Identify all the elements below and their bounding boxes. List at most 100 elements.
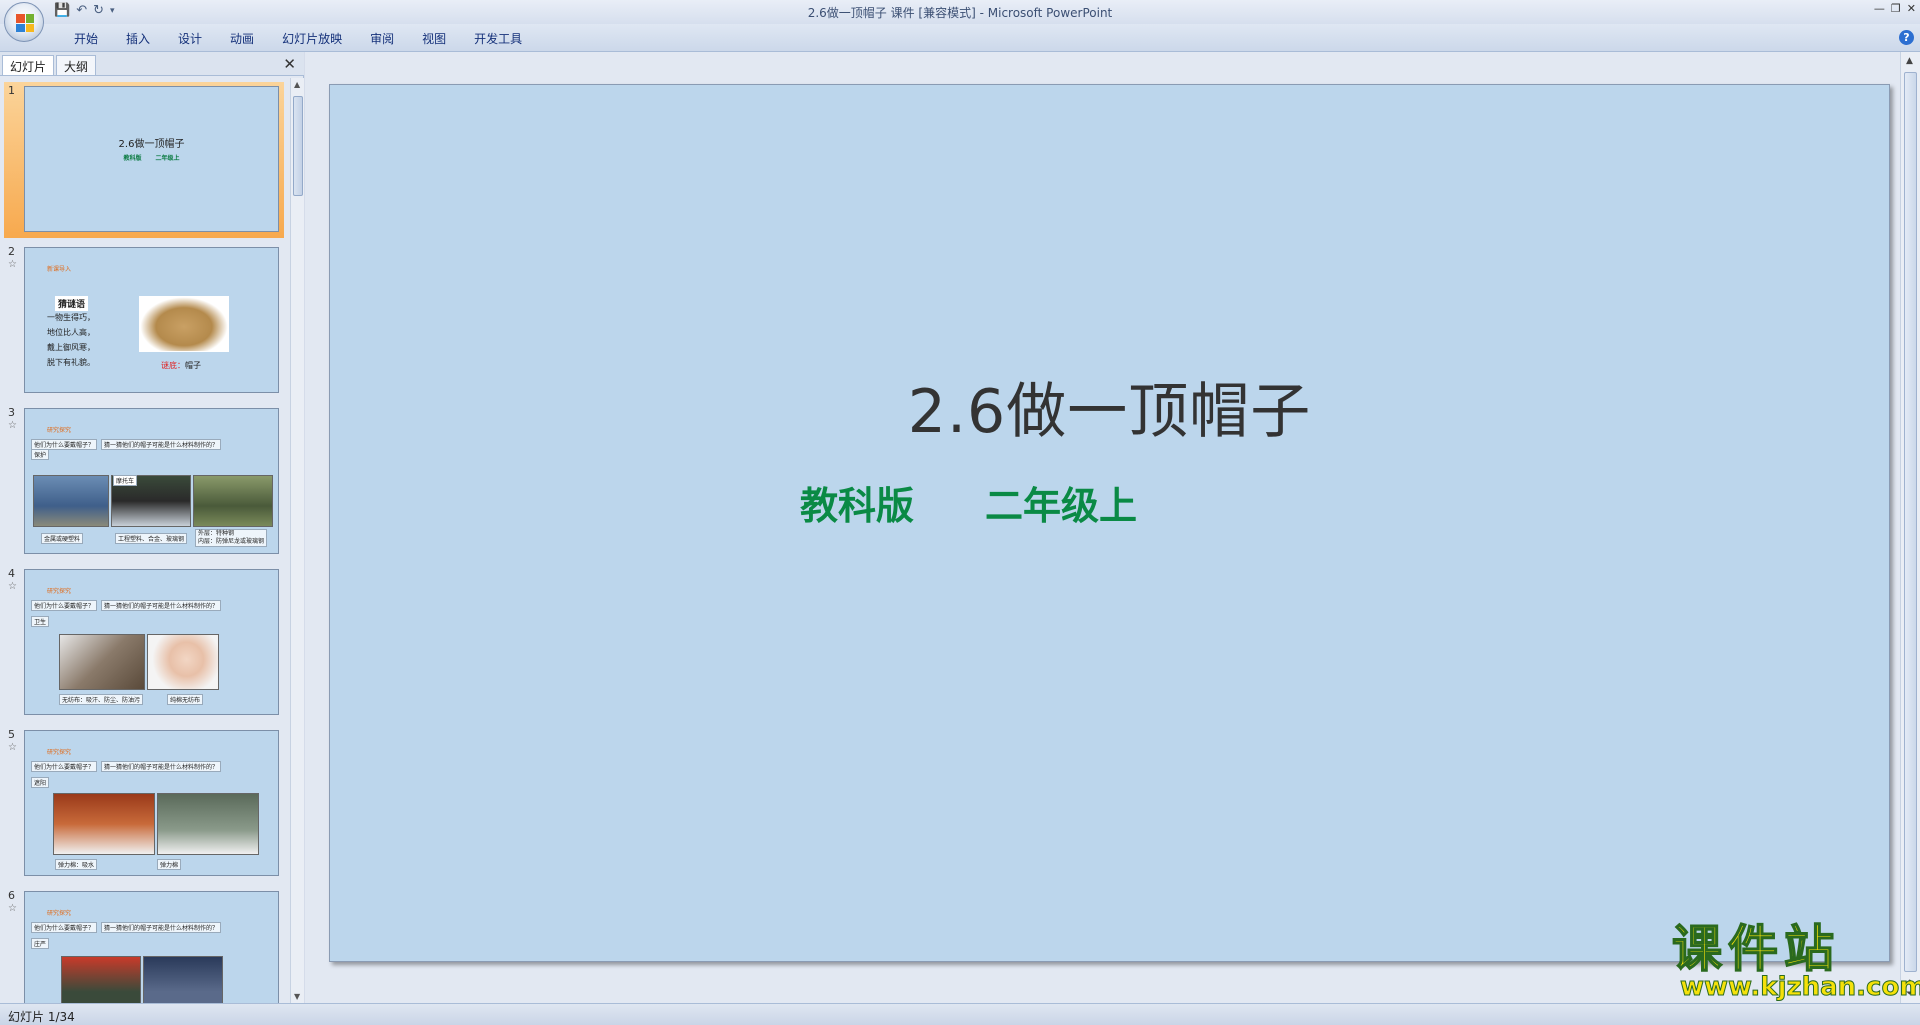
thumb-caption-2: 工程塑料、合金、玻璃钢 [115,533,188,544]
scrollbar-thumb[interactable] [1904,72,1917,972]
thumb-box: 猜谜语 [55,296,89,311]
thumb-heading: 研究探究 [47,749,72,756]
window-controls: — ❐ ✕ [1874,2,1916,15]
nurse-image [147,634,219,690]
help-icon[interactable]: ? [1899,30,1914,45]
straw-hat-image [139,296,229,352]
thumb-caption-1: 金属或硬塑料 [41,533,84,544]
ribbon: 开始 插入 设计 动画 幻灯片放映 审阅 视图 开发工具 ? [0,24,1920,52]
current-slide[interactable]: 2.6做一顶帽子 教科版 二年级上 [329,84,1890,962]
thumb-question-2: 猜一猜他们的帽子可能是什么材料制作的？ [101,439,222,450]
thumb-caption-3: 外层：特种钢 内层：防弹尼龙或玻璃钢 [195,529,268,547]
slide-thumbnails: 1 2.6做一顶帽子 教科版 二年级上 2 ☆ 新课导入 猜谜语 一物生得巧， … [0,78,288,1003]
officer-image [61,956,141,1003]
slide-subtitle-publisher[interactable]: 教科版 [800,475,914,530]
tab-developer[interactable]: 开发工具 [460,30,536,47]
title-bar: 💾 ↶ ↻ ▾ 2.6做一顶帽子 课件 [兼容模式] - Microsoft P… [0,0,1920,24]
thumb-tag: 遮阳 [31,777,50,788]
thumb-heading: 新课导入 [47,266,72,273]
thumb-preview: 研究探究 他们为什么要戴帽子？ 猜一猜他们的帽子可能是什么材料制作的？ 卫生 无… [24,569,279,715]
thumb-answer: 谜底：帽子 [161,361,201,370]
tab-slides[interactable]: 幻灯片 [2,55,55,75]
thumbnails-scrollbar[interactable]: ▲ ▼ [290,78,304,1003]
tab-home[interactable]: 开始 [60,30,112,47]
tab-animations[interactable]: 动画 [216,30,268,47]
slide-title[interactable]: 2.6做一顶帽子 [330,363,1889,450]
slide-thumb-2[interactable]: 2 ☆ 新课导入 猜谜语 一物生得巧， 地位比人高， 戴上御风寒， 脱下有礼貌。… [4,243,284,399]
slide-canvas: 2.6做一顶帽子 教科版 二年级上 [305,52,1900,1003]
slide-number: 6 [8,889,15,902]
restore-icon[interactable]: ❐ [1891,2,1901,15]
slide-scrollbar[interactable]: ▲ ⏶ ⏷ [1900,52,1920,1003]
slide-thumb-3[interactable]: 3 ☆ 研究探究 他们为什么要戴帽子？ 猜一猜他们的帽子可能是什么材料制作的？ … [4,404,284,560]
thumb-question-1: 他们为什么要戴帽子？ [31,922,98,933]
thumb-question-2: 猜一猜他们的帽子可能是什么材料制作的？ [101,600,222,611]
tennis-image [157,793,259,855]
thumb-title: 2.6做一顶帽子 [118,139,185,150]
close-icon[interactable]: ✕ [283,55,296,73]
panel-tabs: 幻灯片 大纲 ✕ [0,52,304,76]
status-bar: 幻灯片 1/34 [0,1003,1920,1025]
thumb-caption-1: 无纺布：吸汗、防尘、防油污 [59,694,144,705]
soldiers-image [193,475,273,527]
minimize-icon[interactable]: — [1874,2,1885,15]
slide-number: 2 [8,245,15,258]
thumb-preview: 研究探究 他们为什么要戴帽子？ 猜一猜他们的帽子可能是什么材料制作的？ 庄严 [24,891,279,1003]
animation-star-icon: ☆ [8,903,17,914]
slide-thumb-6[interactable]: 6 ☆ 研究探究 他们为什么要戴帽子？ 猜一猜他们的帽子可能是什么材料制作的？ … [4,887,284,1003]
tab-design[interactable]: 设计 [164,30,216,47]
ribbon-tabs: 开始 插入 设计 动画 幻灯片放映 审阅 视图 开发工具 [60,30,536,47]
workers-image [33,475,109,527]
animation-star-icon: ☆ [8,581,17,592]
tab-slideshow[interactable]: 幻灯片放映 [268,30,356,47]
animation-star-icon: ☆ [8,259,17,270]
slide-thumb-5[interactable]: 5 ☆ 研究探究 他们为什么要戴帽子？ 猜一猜他们的帽子可能是什么材料制作的？ … [4,726,284,882]
animation-star-icon: ☆ [8,742,17,753]
thumb-tag: 庄严 [31,938,50,949]
tab-review[interactable]: 审阅 [356,30,408,47]
thumb-heading: 研究探究 [47,588,72,595]
slides-panel: 幻灯片 大纲 ✕ 1 2.6做一顶帽子 教科版 二年级上 2 ☆ 新课导入 猜谜… [0,52,304,1003]
close-window-icon[interactable]: ✕ [1907,2,1916,15]
thumb-tag: 保护 [31,449,50,460]
tab-view[interactable]: 视图 [408,30,460,47]
scroll-up-icon[interactable]: ▲ [1906,56,1913,66]
thumb-caption-2: 纯棉无纺布 [167,694,204,705]
chef-image [59,634,145,690]
watermark-url: www.kjzhan.com [1679,972,1920,1003]
scroll-up-icon[interactable]: ▲ [294,80,300,89]
thumb-question-2: 猜一猜他们的帽子可能是什么材料制作的？ [101,761,222,772]
thumb-preview: 2.6做一顶帽子 教科版 二年级上 [24,86,279,232]
thumb-subtitle: 教科版 二年级上 [123,155,180,162]
thumb-preview: 研究探究 他们为什么要戴帽子？ 猜一猜他们的帽子可能是什么材料制作的？ 保护 摩… [24,408,279,554]
thumb-riddle: 一物生得巧， 地位比人高， 戴上御风寒， 脱下有礼貌。 [47,313,95,367]
police-image [143,956,223,1003]
slide-number: 4 [8,567,15,580]
thumb-tag: 卫生 [31,616,50,627]
slide-subtitle-grade[interactable]: 二年级上 [985,475,1137,530]
scroll-down-icon[interactable]: ▼ [294,992,300,1001]
window-title: 2.6做一顶帽子 课件 [兼容模式] - Microsoft PowerPoin… [807,6,1113,20]
office-logo-icon [16,14,34,32]
thumb-question-1: 他们为什么要戴帽子？ [31,600,98,611]
thumb-heading: 研究探究 [47,910,72,917]
thumb-question-1: 他们为什么要戴帽子？ [31,761,98,772]
thumb-preview: 新课导入 猜谜语 一物生得巧， 地位比人高， 戴上御风寒， 脱下有礼貌。 谜底：… [24,247,279,393]
thumb-heading: 研究探究 [47,427,72,434]
slide-thumb-1[interactable]: 1 2.6做一顶帽子 教科版 二年级上 [4,82,284,238]
office-button[interactable] [4,2,44,42]
site-watermark: 课件站 www.kjzhan.com [1671,919,1920,1002]
slide-number: 1 [8,84,15,97]
animation-star-icon: ☆ [8,420,17,431]
watermark-logo: 课件站 [1671,919,1840,979]
tab-outline[interactable]: 大纲 [56,55,97,75]
scrollbar-thumb[interactable] [293,96,303,196]
thumb-caption-1: 弹力棉：吸水 [55,859,98,870]
slide-thumb-4[interactable]: 4 ☆ 研究探究 他们为什么要戴帽子？ 猜一猜他们的帽子可能是什么材料制作的？ … [4,565,284,721]
tab-insert[interactable]: 插入 [112,30,164,47]
slide-number: 3 [8,406,15,419]
baseball-image [53,793,155,855]
thumb-question-2: 猜一猜他们的帽子可能是什么材料制作的？ [101,922,222,933]
thumb-caption-2: 弹力棉 [157,859,182,870]
thumb-preview: 研究探究 他们为什么要戴帽子？ 猜一猜他们的帽子可能是什么材料制作的？ 遮阳 弹… [24,730,279,876]
